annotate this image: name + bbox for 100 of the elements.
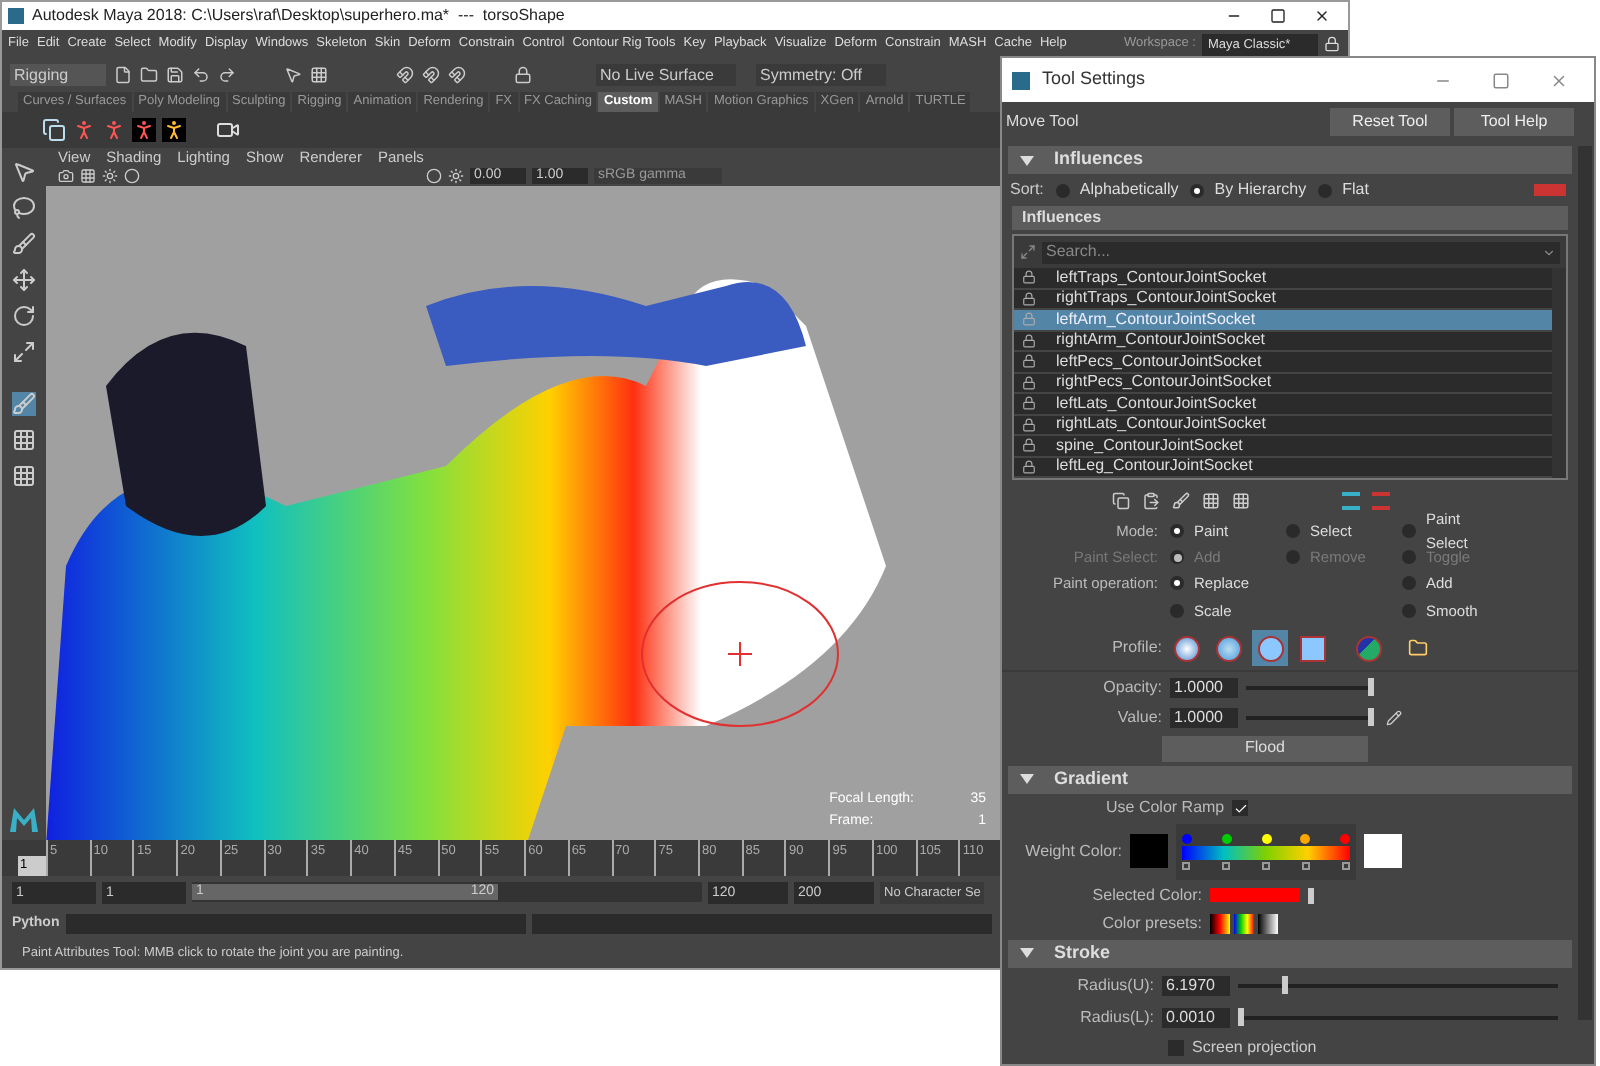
lock-icon[interactable] — [1022, 270, 1036, 285]
influence-row[interactable]: leftTraps_ContourJointSocket — [1014, 268, 1552, 289]
figure-icon[interactable] — [132, 118, 156, 142]
maximize-icon[interactable] — [1492, 71, 1510, 89]
slider-handle[interactable] — [1368, 708, 1374, 726]
camera-icon[interactable] — [58, 168, 74, 184]
influence-row[interactable]: leftLats_ContourJointSocket — [1014, 394, 1552, 415]
selected-color-swatch[interactable] — [1210, 888, 1300, 902]
slider-handle[interactable] — [1308, 887, 1314, 903]
maximize-icon[interactable] — [1270, 8, 1286, 24]
radio-button[interactable] — [1170, 576, 1184, 591]
ramp-stop-marker[interactable] — [1342, 861, 1350, 869]
influence-row[interactable]: rightArm_ContourJointSocket — [1014, 331, 1552, 352]
lock-icon[interactable] — [1022, 396, 1036, 411]
lock-icon[interactable] — [1022, 333, 1036, 348]
magnet-icon[interactable] — [396, 65, 414, 83]
preset-swatch[interactable] — [1210, 913, 1230, 933]
preset-swatch[interactable] — [1258, 913, 1278, 933]
radio-button[interactable] — [1318, 183, 1333, 197]
slider-handle[interactable] — [1238, 1007, 1244, 1025]
influence-row[interactable]: rightPecs_ContourJointSocket — [1014, 373, 1552, 394]
grid-icon[interactable] — [80, 168, 96, 184]
lock-icon[interactable] — [514, 65, 532, 83]
figure-icon[interactable] — [162, 118, 186, 142]
section-header[interactable]: Stroke — [1008, 939, 1572, 967]
lock-icon[interactable] — [1022, 417, 1036, 432]
radio-button[interactable] — [1170, 604, 1184, 619]
lock-icon[interactable] — [1022, 354, 1036, 369]
influence-row[interactable]: leftArm_ContourJointSocket — [1014, 310, 1552, 331]
copy-icon[interactable] — [1112, 491, 1130, 509]
folder-icon[interactable] — [1408, 638, 1428, 658]
low-color-swatch[interactable] — [1130, 834, 1168, 868]
influence-row[interactable]: rightTraps_ContourJointSocket — [1014, 289, 1552, 310]
number-field[interactable]: 1.0000 — [1170, 708, 1238, 728]
section-header[interactable]: Gradient — [1008, 765, 1572, 793]
number-field[interactable]: 0.0010 — [1162, 1007, 1230, 1027]
sphere-icon[interactable] — [426, 168, 442, 184]
radio-button[interactable] — [1055, 183, 1070, 197]
lock-icon[interactable] — [1022, 291, 1036, 306]
section-header[interactable]: Influences — [1008, 146, 1572, 174]
redo-icon[interactable] — [218, 65, 236, 83]
light-icon[interactable] — [102, 168, 118, 184]
tool-button[interactable]: Reset Tool — [1330, 108, 1450, 136]
paste-icon[interactable] — [1142, 491, 1160, 509]
magnet-icon[interactable] — [422, 65, 440, 83]
lock-icon[interactable] — [1022, 375, 1036, 390]
folder-icon[interactable] — [140, 65, 158, 83]
lock-icon[interactable] — [1022, 438, 1036, 453]
brush-icon[interactable] — [1172, 491, 1190, 509]
camera-icon[interactable] — [216, 118, 240, 142]
number-field[interactable]: 6.1970 — [1162, 975, 1230, 995]
ramp-stop-marker[interactable] — [1182, 861, 1190, 869]
radio-button[interactable] — [1286, 524, 1300, 538]
command-input-field[interactable] — [65, 914, 526, 934]
new-file-icon[interactable] — [114, 65, 132, 83]
grid-icon[interactable] — [310, 65, 328, 83]
influence-row[interactable]: leftPecs_ContourJointSocket — [1014, 352, 1552, 373]
symmetry-dropdown[interactable]: Symmetry: Off — [756, 63, 886, 85]
ramp-stop-marker[interactable] — [1262, 861, 1270, 869]
radio-button[interactable] — [1402, 576, 1416, 591]
preset-swatch[interactable] — [1234, 913, 1254, 933]
move-tool-icon[interactable] — [12, 268, 36, 292]
image-brush-icon[interactable] — [1356, 635, 1382, 661]
exposure-icon[interactable] — [448, 168, 464, 184]
magnet-icon[interactable] — [448, 65, 466, 83]
number-field[interactable]: 1.0000 — [1170, 678, 1238, 698]
scrollbar[interactable] — [1552, 268, 1566, 478]
influence-row[interactable]: leftLeg_ContourJointSocket — [1014, 457, 1552, 478]
color-ramp-editor[interactable] — [1176, 823, 1356, 879]
ramp-stop-marker[interactable] — [1302, 861, 1310, 869]
brush-profile-button[interactable] — [1294, 630, 1330, 666]
lock-icon[interactable] — [1022, 459, 1036, 474]
checkbox[interactable] — [1168, 1039, 1184, 1055]
paint-tool-icon[interactable] — [12, 232, 36, 256]
sphere-icon[interactable] — [124, 168, 140, 184]
ramp-stop-marker[interactable] — [1222, 861, 1230, 869]
layout-icon[interactable] — [12, 464, 36, 488]
radio-button[interactable] — [1190, 183, 1205, 197]
select-tool-icon[interactable] — [12, 160, 36, 184]
checkbox[interactable] — [1232, 800, 1249, 816]
high-color-swatch[interactable] — [1364, 834, 1402, 868]
close-icon[interactable] — [1314, 8, 1330, 24]
select-icon[interactable] — [284, 65, 302, 83]
lasso-tool-icon[interactable] — [12, 196, 36, 220]
menu-set-dropdown[interactable]: Rigging — [10, 63, 106, 85]
radio-button[interactable] — [1402, 524, 1416, 538]
frame-icon[interactable] — [1020, 244, 1036, 260]
brush-profile-button[interactable] — [1252, 630, 1288, 666]
slider-handle[interactable] — [1368, 678, 1374, 696]
tool-button[interactable]: Tool Help — [1454, 108, 1574, 136]
cube-stack-icon[interactable] — [42, 118, 66, 142]
influence-row[interactable]: spine_ContourJointSocket — [1014, 436, 1552, 457]
flood-button[interactable]: Flood — [1162, 735, 1368, 761]
rotate-tool-icon[interactable] — [12, 304, 36, 328]
lock-icon[interactable] — [1324, 36, 1340, 52]
undo-icon[interactable] — [192, 65, 210, 83]
scale-tool-icon[interactable] — [12, 340, 36, 364]
radio-button[interactable] — [1402, 604, 1416, 619]
layout-icon[interactable] — [12, 428, 36, 452]
save-icon[interactable] — [166, 65, 184, 83]
